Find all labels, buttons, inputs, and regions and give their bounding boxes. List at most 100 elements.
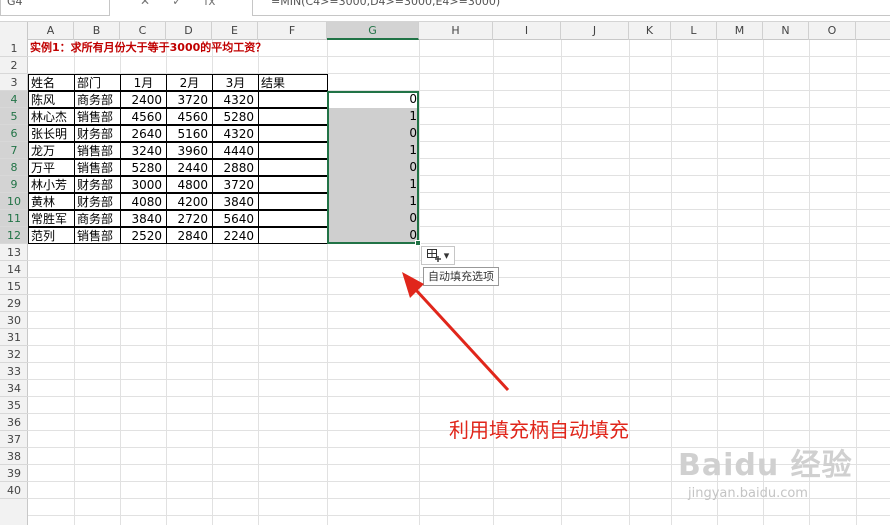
cell-month1[interactable]: 4080 (120, 193, 167, 210)
column-header-k[interactable]: K (629, 22, 671, 40)
row-header-3[interactable]: 3 (0, 74, 28, 91)
column-header-m[interactable]: M (717, 22, 763, 40)
cell-dept[interactable]: 销售部 (74, 108, 121, 125)
column-header-d[interactable]: D (166, 22, 212, 40)
g-cell[interactable]: 0 (327, 210, 419, 227)
row-header-29[interactable]: 29 (0, 295, 28, 312)
row-header-10[interactable]: 10 (0, 193, 28, 210)
cell-month1[interactable]: 3840 (120, 210, 167, 227)
g-cell[interactable]: 0 (327, 91, 419, 108)
cell-month1[interactable]: 3240 (120, 142, 167, 159)
header-name[interactable]: 姓名 (28, 74, 75, 91)
row-header-30[interactable]: 30 (0, 312, 28, 329)
header-month1[interactable]: 1月 (120, 74, 167, 91)
cell-result[interactable] (258, 108, 328, 125)
column-header-n[interactable]: N (763, 22, 809, 40)
row-header-15[interactable]: 15 (0, 278, 28, 295)
cell-month2[interactable]: 2720 (166, 210, 213, 227)
header-dept[interactable]: 部门 (74, 74, 121, 91)
cell-dept[interactable]: 财务部 (74, 176, 121, 193)
cell-month1[interactable]: 2520 (120, 227, 167, 244)
column-header-a[interactable]: A (28, 22, 74, 40)
cell-month1[interactable]: 4560 (120, 108, 167, 125)
row-header-36[interactable]: 36 (0, 414, 28, 431)
g-cell[interactable]: 1 (327, 142, 419, 159)
cell-dept[interactable]: 财务部 (74, 125, 121, 142)
cell-month3[interactable]: 4320 (212, 125, 259, 142)
g-cell[interactable]: 1 (327, 176, 419, 193)
column-header-b[interactable]: B (74, 22, 120, 40)
cell-result[interactable] (258, 176, 328, 193)
fx-icon[interactable]: fx (204, 0, 215, 14)
name-box[interactable]: G4 (0, 0, 110, 16)
row-header-33[interactable]: 33 (0, 363, 28, 380)
cell-month3[interactable]: 5640 (212, 210, 259, 227)
row-header-9[interactable]: 9 (0, 176, 28, 193)
cell-name[interactable]: 范列 (28, 227, 75, 244)
cell-result[interactable] (258, 193, 328, 210)
cell-result[interactable] (258, 125, 328, 142)
cell-dept[interactable]: 销售部 (74, 227, 121, 244)
cell-month3[interactable]: 4320 (212, 91, 259, 108)
cell-result[interactable] (258, 91, 328, 108)
cell-month2[interactable]: 2440 (166, 159, 213, 176)
cell-month3[interactable]: 5280 (212, 108, 259, 125)
g-cell[interactable]: 1 (327, 193, 419, 210)
row-header-12[interactable]: 12 (0, 227, 28, 244)
cell-dept[interactable]: 商务部 (74, 210, 121, 227)
row-header-32[interactable]: 32 (0, 346, 28, 363)
cell-month3[interactable]: 4440 (212, 142, 259, 159)
cell-name[interactable]: 林心杰 (28, 108, 75, 125)
cell-month1[interactable]: 5280 (120, 159, 167, 176)
row-header-34[interactable]: 34 (0, 380, 28, 397)
row-header-5[interactable]: 5 (0, 108, 28, 125)
cell-result[interactable] (258, 227, 328, 244)
cancel-icon[interactable]: ✕ (140, 0, 150, 14)
row-header-1[interactable]: 1 (0, 40, 28, 57)
cell-dept[interactable]: 销售部 (74, 142, 121, 159)
auto-fill-options-button[interactable]: ▾ (421, 246, 455, 265)
cell-month2[interactable]: 4560 (166, 108, 213, 125)
g-cell[interactable]: 1 (327, 108, 419, 125)
row-header-35[interactable]: 35 (0, 397, 28, 414)
column-header-o[interactable]: O (809, 22, 856, 40)
column-header-c[interactable]: C (120, 22, 166, 40)
cell-month2[interactable]: 5160 (166, 125, 213, 142)
cell-name[interactable]: 黄林 (28, 193, 75, 210)
g-cell[interactable]: 0 (327, 227, 419, 244)
column-header-e[interactable]: E (212, 22, 258, 40)
header-month2[interactable]: 2月 (166, 74, 213, 91)
cell-name[interactable]: 龙万 (28, 142, 75, 159)
row-header-8[interactable]: 8 (0, 159, 28, 176)
column-header-l[interactable]: L (671, 22, 717, 40)
cell-name[interactable]: 林小芳 (28, 176, 75, 193)
column-header-g[interactable]: G (327, 22, 419, 40)
cell-month1[interactable]: 2640 (120, 125, 167, 142)
row-header-14[interactable]: 14 (0, 261, 28, 278)
formula-input[interactable]: =MIN(C4>=3000,D4>=3000,E4>=3000) (252, 0, 890, 16)
enter-icon[interactable]: ✓ (172, 0, 182, 14)
row-header-6[interactable]: 6 (0, 125, 28, 142)
select-all-corner[interactable] (0, 22, 28, 40)
cell-month3[interactable]: 2240 (212, 227, 259, 244)
row-header-40[interactable]: 40 (0, 482, 28, 499)
row-header-13[interactable]: 13 (0, 244, 28, 261)
cell-dept[interactable]: 销售部 (74, 159, 121, 176)
row-header-4[interactable]: 4 (0, 91, 28, 108)
row-header-39[interactable]: 39 (0, 465, 28, 482)
row-header-2[interactable]: 2 (0, 57, 28, 74)
row-header-38[interactable]: 38 (0, 448, 28, 465)
cell-name[interactable]: 张长明 (28, 125, 75, 142)
cell-dept[interactable]: 财务部 (74, 193, 121, 210)
cell-month2[interactable]: 3720 (166, 91, 213, 108)
header-month3[interactable]: 3月 (212, 74, 259, 91)
row-header-7[interactable]: 7 (0, 142, 28, 159)
row-header-11[interactable]: 11 (0, 210, 28, 227)
cell-month1[interactable]: 2400 (120, 91, 167, 108)
cell-month3[interactable]: 2880 (212, 159, 259, 176)
cell-month2[interactable]: 3960 (166, 142, 213, 159)
cell-month2[interactable]: 2840 (166, 227, 213, 244)
cell-month3[interactable]: 3720 (212, 176, 259, 193)
column-header-j[interactable]: J (561, 22, 629, 40)
cell-month2[interactable]: 4200 (166, 193, 213, 210)
